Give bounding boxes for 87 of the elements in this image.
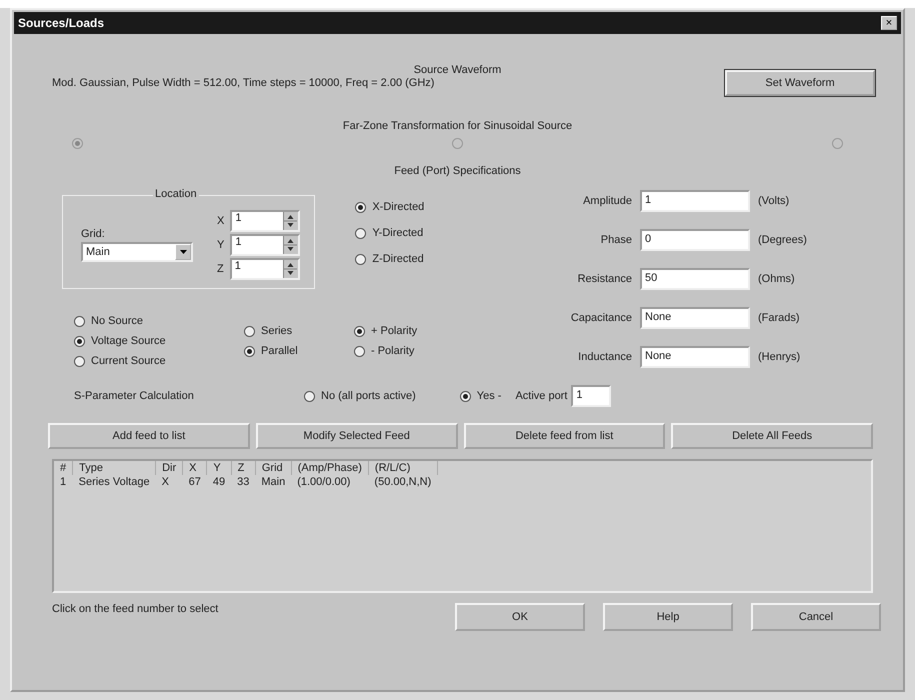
radio-button[interactable] — [244, 326, 255, 336]
input-field[interactable]: None — [640, 346, 750, 368]
unit-label: (Volts) — [758, 194, 790, 207]
column-header: (R/L/C) — [368, 461, 438, 475]
axis-label: X — [217, 215, 224, 227]
table-cell: 49 — [206, 475, 232, 489]
window-title: Sources/Loads — [18, 16, 104, 30]
field-label: Phase — [600, 234, 632, 246]
action-button[interactable]: Add feed to list — [48, 423, 250, 449]
unit-label: (Degrees) — [758, 234, 807, 246]
input-field[interactable]: 1 — [640, 190, 750, 212]
radio-button[interactable] — [355, 228, 366, 238]
radio-label[interactable]: + Polarity — [371, 325, 418, 337]
spin-field[interactable]: 1 — [230, 234, 300, 256]
radio-button[interactable] — [354, 346, 365, 356]
dialog-button[interactable]: Help — [603, 603, 733, 631]
radio-label[interactable]: Z-Directed — [372, 253, 424, 265]
radio-label[interactable]: No (all ports active) — [321, 390, 416, 402]
input-field[interactable]: 50 — [640, 268, 750, 290]
radio-button[interactable] — [74, 336, 85, 346]
spin-field[interactable]: 1 — [230, 210, 300, 232]
spinner-arrows-icon[interactable] — [283, 236, 298, 254]
radio-button[interactable] — [355, 202, 366, 212]
radio-label[interactable]: Voltage Source — [91, 335, 166, 347]
column-header: (Amp/Phase) — [291, 461, 368, 475]
radio-label[interactable]: X-Directed — [372, 201, 424, 213]
radio-button[interactable] — [244, 346, 255, 356]
column-header: Y — [206, 461, 232, 475]
action-button[interactable]: Delete All Feeds — [671, 423, 873, 449]
unit-label: (Farads) — [758, 312, 801, 324]
table-cell: 67 — [182, 475, 207, 489]
column-header: # — [54, 461, 73, 475]
radio-label[interactable]: Series — [261, 325, 292, 337]
action-button[interactable]: Modify Selected Feed — [256, 423, 458, 449]
radio-button[interactable] — [304, 390, 315, 402]
action-button[interactable]: Delete feed from list — [464, 423, 666, 449]
spinner-arrows-icon[interactable] — [282, 260, 298, 278]
section-heading: Far-Zone Transformation for Sinusoidal Source — [342, 120, 572, 132]
radio-button[interactable] — [355, 254, 366, 264]
axis-label: Z — [217, 263, 224, 275]
dialog-button[interactable]: OK — [455, 603, 585, 631]
radio-label[interactable]: Current Source — [91, 355, 166, 367]
spin-field[interactable]: 1 — [230, 258, 300, 280]
table-cell: Main — [255, 475, 292, 489]
set-waveform-button[interactable]: Set Waveform — [725, 70, 875, 96]
column-header: Type — [72, 461, 156, 475]
column-header: X — [182, 461, 207, 475]
radio-label[interactable]: Y-Directed — [372, 227, 424, 239]
field-label: Capacitance — [570, 312, 632, 324]
waveform-description: Mod. Gaussian, Pulse Width = 512.00, Time steps = 10000, Freq = 2.00 (GHz) — [52, 77, 434, 89]
axis-label: Y — [217, 239, 224, 251]
table-cell: X — [156, 475, 183, 489]
radio-button[interactable] — [74, 356, 85, 366]
section-label: S-Parameter Calculation — [74, 390, 195, 402]
radio-label[interactable]: No Source — [91, 315, 143, 327]
column-header: Dir — [156, 461, 183, 475]
radio-button[interactable] — [460, 390, 471, 402]
radio-label[interactable]: - Polarity — [371, 345, 414, 357]
section-heading: Source Waveform — [414, 64, 502, 76]
group-label: Location — [153, 188, 199, 200]
table-cell: (50.00,N,N) — [368, 475, 438, 489]
input-field[interactable]: 1 — [571, 385, 612, 407]
table-cell: (1.00/0.00) — [291, 475, 368, 489]
radio-button[interactable] — [74, 316, 85, 326]
unit-label: (Ohms) — [758, 272, 796, 285]
field-label: Amplitude — [582, 194, 632, 207]
radio-button[interactable] — [354, 326, 365, 336]
field-label: Grid: — [81, 228, 106, 240]
input-field[interactable]: None — [640, 307, 750, 330]
table-cell: Series Voltage — [72, 475, 156, 489]
radio-label[interactable]: Yes - — [476, 390, 502, 402]
section-heading: Feed (Port) Specifications — [394, 165, 521, 177]
spinner-arrows-icon[interactable] — [283, 212, 298, 230]
unit-label: (Henrys) — [758, 351, 802, 364]
table-cell: 1 — [54, 475, 73, 489]
radio-label[interactable]: Parallel — [261, 345, 298, 357]
field-label: Active port — [515, 390, 568, 402]
hint-text: Click on the feed number to select — [52, 603, 220, 615]
close-button[interactable]: × — [881, 16, 897, 30]
column-header: Grid — [255, 461, 292, 475]
table-cell: 33 — [231, 475, 256, 489]
dialog-button[interactable]: Cancel — [751, 603, 881, 631]
grid-dropdown[interactable]: Main — [81, 242, 193, 262]
field-label: Inductance — [577, 351, 632, 364]
column-header: Z — [231, 461, 256, 475]
field-label: Resistance — [576, 272, 632, 285]
input-field[interactable]: 0 — [640, 228, 750, 251]
